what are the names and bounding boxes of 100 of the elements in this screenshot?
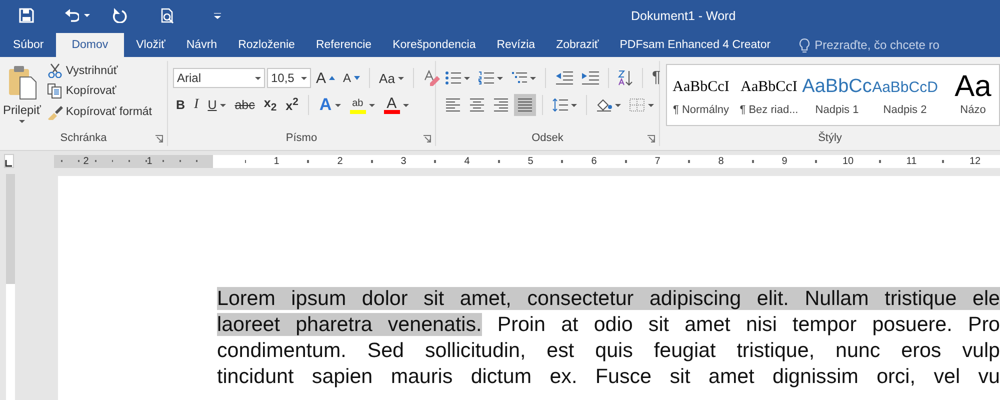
font-color-button[interactable]: A <box>380 94 412 116</box>
format-button[interactable]: I <box>191 95 202 115</box>
clipboard-button[interactable]: Kopírovať formát <box>44 102 155 122</box>
clipboard-icon <box>6 65 37 100</box>
format-button[interactable]: x$_{2}$ <box>260 94 280 116</box>
ribbon-tab[interactable]: Domov <box>56 33 124 57</box>
clipboard-button[interactable]: Kopírovať <box>44 81 155 101</box>
caret-icon[interactable] <box>18 120 25 123</box>
caret-icon[interactable] <box>648 104 654 106</box>
caret-icon[interactable] <box>84 14 90 17</box>
decrease-indent-icon <box>555 71 573 85</box>
change-case-button[interactable]: Aa <box>376 68 407 88</box>
dialog-launcher-icon[interactable] <box>423 135 431 143</box>
ruler-number: 3 <box>372 154 436 168</box>
style-item[interactable]: AaBbCcI ¶ Bez riad... <box>735 65 803 125</box>
show-marks-button[interactable]: ¶ <box>649 67 664 89</box>
caret-icon[interactable] <box>464 76 470 80</box>
increase-indent-icon <box>581 71 599 85</box>
format-button[interactable]: U <box>204 96 229 114</box>
caret-icon[interactable] <box>571 104 577 106</box>
ribbon-tab[interactable]: Rozloženie <box>229 33 304 57</box>
down-triangle-icon <box>354 76 360 80</box>
selected-text: laoreet pharetra venenatis. <box>217 313 482 336</box>
align-right-icon <box>493 97 509 113</box>
align-justify-icon <box>517 97 533 113</box>
redo-icon[interactable] <box>112 8 127 23</box>
group-label: Schránka <box>60 132 107 144</box>
format-button[interactable]: abc <box>232 96 258 114</box>
ribbon-tab[interactable]: Korešpondencia <box>384 33 485 57</box>
format-button[interactable]: B <box>173 96 188 114</box>
highlight-button[interactable]: ab <box>346 94 378 116</box>
caret-icon[interactable] <box>402 104 409 106</box>
numbering-icon <box>478 71 494 85</box>
style-item[interactable]: AaBbCc Nadpis 1 <box>803 65 871 125</box>
eraser-icon <box>422 70 441 86</box>
group-label: Písmo <box>286 132 318 144</box>
ribbon-tab[interactable]: Súbor <box>4 33 53 57</box>
caret-icon[interactable] <box>530 76 536 80</box>
ruler-number: 1 <box>146 154 154 168</box>
align-justify-button[interactable] <box>514 94 536 116</box>
save-icon[interactable] <box>19 8 34 23</box>
print-preview-icon[interactable] <box>160 8 175 24</box>
undo-icon[interactable] <box>64 8 79 23</box>
style-item[interactable]: AaBbCcI ¶ Normálny <box>667 65 735 125</box>
scissors-icon <box>46 63 63 78</box>
caret-icon[interactable] <box>255 76 261 80</box>
ruler-number: 8 <box>689 154 753 168</box>
style-item[interactable]: Aa Názo <box>939 65 999 125</box>
borders-icon <box>629 98 645 112</box>
caret-icon[interactable] <box>301 76 307 80</box>
tell-me-field[interactable]: Prezraďte, čo chcete ro <box>798 33 945 57</box>
paste-button[interactable]: Prilepiť <box>0 61 44 130</box>
dialog-launcher-icon[interactable] <box>647 135 655 143</box>
font-size-field[interactable]: 10,5 <box>267 68 311 88</box>
multilevel-list-icon <box>511 71 527 85</box>
sort-icon <box>618 70 633 86</box>
document-text: condimentum. Sed sollicitudin, est quis feugiat tristique, nunc eros vulp <box>217 339 1000 362</box>
group-label: Štýly <box>818 132 842 144</box>
lightbulb-icon <box>798 38 810 52</box>
format-button[interactable]: x$^{2}$ <box>282 94 302 116</box>
text-effects-button[interactable]: A <box>316 94 344 116</box>
group-label: Odsek <box>532 132 564 144</box>
document-text: Proin at odio sit amet nisi tempor posuere. Pro <box>496 313 1000 336</box>
brush-icon <box>46 104 63 120</box>
caret-icon[interactable] <box>368 104 375 106</box>
ruler-number: 5 <box>498 154 562 168</box>
ruler-number: 6 <box>562 154 626 168</box>
style-item[interactable]: AaBbCcD Nadpis 2 <box>871 65 939 125</box>
caret-icon[interactable] <box>497 76 503 80</box>
clipboard-button[interactable]: Vystrihnúť <box>44 61 155 80</box>
caret-icon[interactable] <box>334 104 341 106</box>
copy-icon <box>46 83 63 99</box>
ruler-number: 9 <box>752 154 816 168</box>
ribbon-tab[interactable]: PDFsam Enhanced 4 Creator <box>610 33 780 57</box>
left-tab-icon <box>5 160 13 167</box>
ribbon-tab[interactable]: Vložiť <box>127 33 174 57</box>
dialog-launcher-icon[interactable] <box>155 135 163 143</box>
line-spacing-icon <box>552 98 568 112</box>
customize-icon[interactable] <box>214 12 221 18</box>
shrink-font-button[interactable]: A <box>340 69 364 87</box>
caret-icon[interactable] <box>398 76 404 80</box>
font-name-field[interactable]: Arial <box>173 68 265 88</box>
caret-icon[interactable] <box>220 104 226 106</box>
window-title: Dokument1 - Word <box>631 8 736 22</box>
align-left-icon <box>445 97 461 113</box>
align-center-icon <box>469 97 485 113</box>
ribbon-tab[interactable]: Revízia <box>488 33 544 57</box>
ribbon-tab[interactable]: Referencie <box>306 33 381 57</box>
ribbon-tab[interactable]: Zobraziť <box>547 33 608 57</box>
selected-text: Lorem ipsum dolor sit amet, consectetur adipiscing elit. Nullam tristique ele <box>217 287 1000 310</box>
up-triangle-icon <box>329 76 336 80</box>
caret-icon[interactable] <box>615 104 621 106</box>
tab-selector[interactable] <box>4 154 14 168</box>
shading-icon <box>596 98 612 112</box>
ruler-number: 2 <box>82 154 90 168</box>
ruler-number: 10 <box>816 154 880 168</box>
grow-font-button[interactable]: A <box>313 68 338 88</box>
ribbon-tab[interactable]: Návrh <box>177 33 226 57</box>
document-text: tincidunt sapien mauris dictum ex. Fusce sit amet dignissim orci, vel vu <box>217 365 1000 388</box>
bullets-icon <box>445 71 461 85</box>
